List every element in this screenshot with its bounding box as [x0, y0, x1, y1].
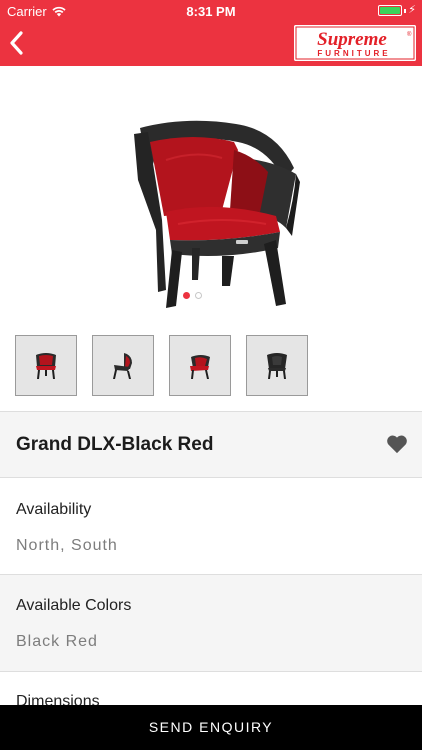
logo-subtitle: FURNITURE	[317, 49, 390, 58]
chair-thumbnail-icon	[113, 352, 132, 379]
heart-icon[interactable]	[386, 434, 408, 454]
thumbnail-side-view[interactable]	[92, 335, 154, 396]
product-title-row: Grand DLX-Black Red	[0, 411, 422, 478]
product-title: Grand DLX-Black Red	[16, 434, 214, 455]
thumbnail-back-view[interactable]	[246, 335, 308, 396]
chair-thumbnail-icon	[36, 352, 56, 379]
available-colors-section: Available Colors Black Red	[0, 575, 422, 672]
availability-value: North, South	[16, 537, 118, 554]
supreme-furniture-logo: Supreme ® FURNITURE	[294, 25, 416, 61]
availability-label: Availability	[16, 501, 92, 518]
product-gallery[interactable]	[0, 66, 422, 310]
back-button[interactable]	[6, 30, 28, 56]
gallery-pagination[interactable]	[183, 292, 202, 299]
product-image	[134, 120, 300, 308]
status-bar: Carrier 8:31 PM ⚡	[0, 0, 422, 22]
pagination-dot[interactable]	[195, 292, 202, 299]
thumbnail-front-view[interactable]	[15, 335, 77, 396]
send-enquiry-button[interactable]: SEND ENQUIRY	[0, 705, 422, 750]
available-colors-value: Black Red	[16, 633, 98, 650]
app-header: Carrier 8:31 PM ⚡ Supreme ® FURNITURE	[0, 0, 422, 66]
pagination-dot-active[interactable]	[183, 292, 190, 299]
chair-thumbnail-icon	[190, 354, 210, 379]
thumbnail-three-quarter-view[interactable]	[169, 335, 231, 396]
logo-registered: ®	[407, 31, 412, 38]
status-time: 8:31 PM	[186, 4, 236, 19]
battery-indicator: ⚡	[378, 5, 416, 16]
thumbnail-strip	[15, 335, 308, 396]
availability-section: Availability North, South	[0, 479, 422, 575]
available-colors-label: Available Colors	[16, 597, 132, 614]
chair-thumbnail-icon	[267, 352, 287, 379]
battery-icon	[378, 5, 403, 16]
charging-icon: ⚡	[408, 4, 416, 16]
logo-brand: Supreme	[317, 29, 387, 50]
